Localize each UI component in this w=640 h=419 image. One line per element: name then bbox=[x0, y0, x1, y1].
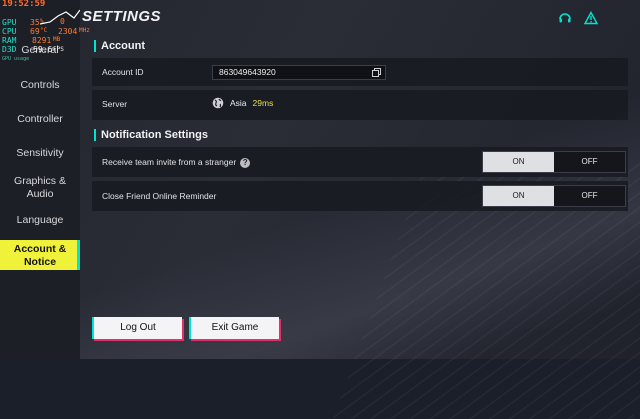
overlay-fps-unit: FPS bbox=[53, 46, 64, 53]
account-id-label: Account ID bbox=[102, 67, 144, 77]
friend-reminder-toggle: ON OFF bbox=[482, 185, 626, 207]
copy-icon[interactable] bbox=[372, 68, 381, 77]
toggle-off-button[interactable]: OFF bbox=[554, 152, 625, 172]
overlay-fps-value: 59.6 bbox=[33, 45, 53, 54]
exit-game-button[interactable]: Exit Game bbox=[189, 317, 279, 339]
help-icon[interactable]: ? bbox=[240, 157, 251, 168]
notification-row: Receive team invite from a stranger? ON … bbox=[92, 147, 628, 177]
sidebar-item-label: Language bbox=[16, 214, 64, 226]
server-region: Asia bbox=[230, 98, 247, 108]
sidebar-item-controls[interactable]: Controls bbox=[0, 79, 80, 92]
sidebar-item-label: Controller bbox=[17, 113, 63, 125]
overlay-ram-unit: MB bbox=[53, 36, 61, 43]
sidebar-item-label: Account & Notice bbox=[13, 243, 67, 268]
account-id-field[interactable]: 863049643920 bbox=[212, 65, 386, 80]
server-row: Server Asia 29ms bbox=[92, 90, 628, 120]
overlay-ram-value: 8291 bbox=[32, 36, 52, 45]
notification-label: Receive team invite from a stranger bbox=[102, 157, 237, 167]
toggle-on-button[interactable]: ON bbox=[483, 186, 554, 206]
sidebar-item-label: Sensitivity bbox=[16, 147, 64, 159]
overlay-clock: 19:52:59 bbox=[2, 0, 46, 9]
toggle-off-button[interactable]: OFF bbox=[554, 186, 625, 206]
notification-label: Close Friend Online Reminder bbox=[102, 191, 217, 201]
overlay-cpu-mhz: 2304 bbox=[58, 27, 78, 36]
overlay-cpu-unit: °C bbox=[40, 27, 48, 34]
logout-button[interactable]: Log Out bbox=[92, 317, 182, 339]
account-id-value: 863049643920 bbox=[219, 67, 276, 77]
overlay-cpu-value: 69 bbox=[30, 27, 40, 36]
overlay-gpu-value: 35 bbox=[30, 18, 40, 27]
sidebar-item-controller[interactable]: Controller bbox=[0, 113, 80, 126]
sidebar-item-account-notice[interactable]: Account & Notice bbox=[0, 240, 80, 270]
server-label: Server bbox=[102, 99, 128, 109]
toggle-on-button[interactable]: ON bbox=[483, 152, 554, 172]
overlay-ram-label: RAM bbox=[2, 36, 17, 45]
headset-icon[interactable] bbox=[558, 11, 572, 25]
section-title-account: Account bbox=[94, 40, 145, 52]
overlay-cpu-mhz-unit: MHz bbox=[79, 27, 90, 34]
section-title-notifications: Notification Settings bbox=[94, 129, 208, 141]
page-title: SETTINGS bbox=[82, 8, 162, 25]
notification-label-row: Receive team invite from a stranger? bbox=[102, 157, 251, 168]
overlay-cpu-label: CPU bbox=[2, 27, 17, 36]
warning-icon[interactable] bbox=[584, 11, 598, 25]
overlay-graph-icon bbox=[40, 9, 80, 25]
sidebar-item-sensitivity[interactable]: Sensitivity bbox=[0, 147, 80, 160]
notification-row: Close Friend Online Reminder ON OFF bbox=[92, 181, 628, 211]
overlay-d3d-label: D3D bbox=[2, 45, 17, 54]
server-ping: 29ms bbox=[252, 98, 274, 108]
sidebar-item-label: Controls bbox=[20, 79, 60, 91]
overlay-gpu-label: GPU bbox=[2, 18, 17, 27]
overlay-gpu-usage-label: GPU usage bbox=[2, 56, 30, 62]
sidebar-item-graphics-audio[interactable]: Graphics & Audio bbox=[0, 175, 80, 201]
sidebar-item-label: Graphics & Audio bbox=[14, 175, 66, 200]
team-invite-toggle: ON OFF bbox=[482, 151, 626, 173]
sidebar-item-language[interactable]: Language bbox=[0, 214, 80, 227]
server-value: Asia 29ms bbox=[212, 97, 273, 109]
globe-icon bbox=[212, 97, 224, 109]
account-id-row: Account ID 863049643920 bbox=[92, 58, 628, 86]
